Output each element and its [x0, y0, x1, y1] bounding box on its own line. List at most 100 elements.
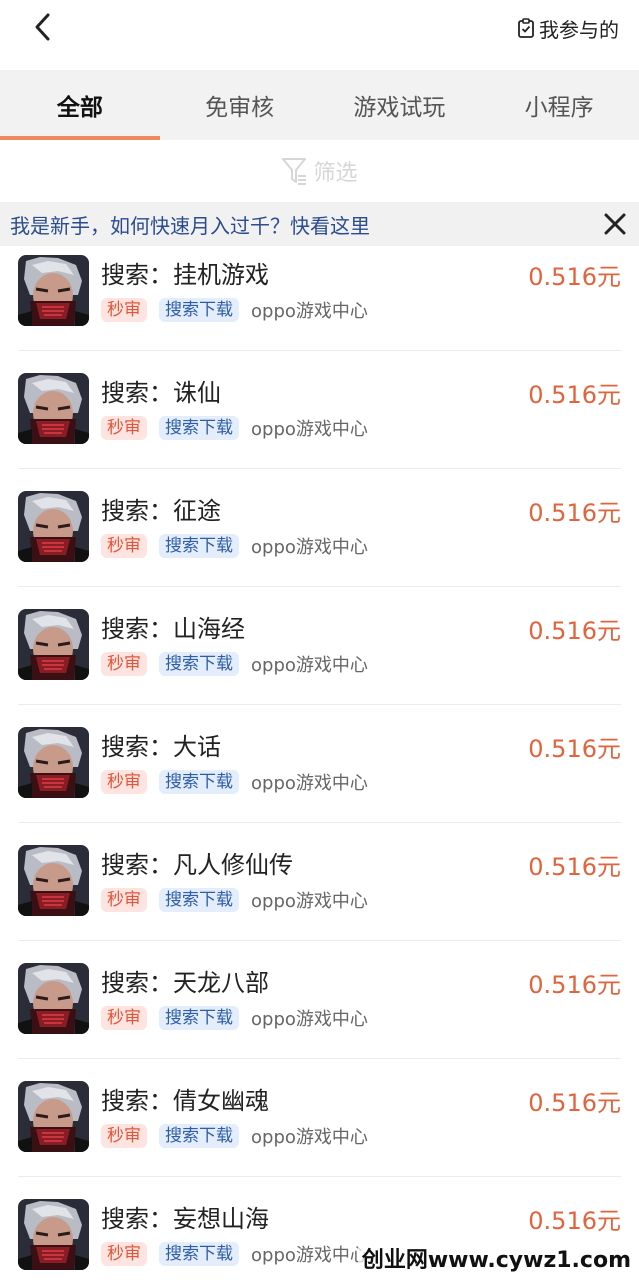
- tab-0[interactable]: 全部: [0, 70, 160, 140]
- task-title: 搜索：倩女幽魂: [101, 1087, 269, 1115]
- tag-search-download: 搜索下载: [159, 534, 239, 558]
- task-source: oppo游戏中心: [251, 891, 368, 912]
- task-title: 搜索：妄想山海: [101, 1205, 269, 1233]
- filter-button[interactable]: 筛选: [0, 140, 639, 202]
- task-tags: 秒审 搜索下载 oppo游戏中心: [101, 533, 368, 559]
- task-title: 搜索：大话: [101, 733, 221, 761]
- tag-instant-review: 秒审: [101, 1006, 147, 1030]
- task-title: 搜索：征途: [101, 497, 221, 525]
- top-bar: 我参与的: [0, 0, 639, 70]
- task-tags: 秒审 搜索下载 oppo游戏中心: [101, 769, 368, 795]
- task-list: 搜索：挂机游戏 0.516元 秒审 搜索下载 oppo游戏中心 搜索：诛仙 0.516元 秒审…: [0, 246, 639, 1280]
- game-avatar-icon: [18, 845, 89, 916]
- tag-search-download: 搜索下载: [159, 298, 239, 322]
- task-source: oppo游戏中心: [251, 1009, 368, 1030]
- game-avatar: [18, 373, 89, 444]
- game-avatar-icon: [18, 727, 89, 798]
- filter-label: 筛选: [313, 161, 358, 186]
- game-avatar-icon: [18, 491, 89, 562]
- tag-search-download: 搜索下载: [159, 1006, 239, 1030]
- task-row[interactable]: 搜索：山海经 0.516元秒审 搜索下载 oppo游戏中心: [0, 587, 639, 705]
- tag-search-download: 搜索下载: [159, 888, 239, 912]
- task-source: oppo游戏中心: [251, 301, 368, 322]
- chevron-left-icon: [35, 13, 50, 41]
- task-tags: 秒审 搜索下载 oppo游戏中心: [101, 887, 368, 913]
- task-price: 0.516元: [528, 971, 621, 999]
- task-row[interactable]: 搜索：诛仙 0.516元秒审 搜索下载 oppo游戏中心: [0, 351, 639, 469]
- my-participation-button[interactable]: 我参与的: [517, 14, 619, 42]
- watermark: 创业网www.cywz1.com: [357, 1242, 635, 1274]
- task-price: 0.516元: [528, 499, 621, 527]
- task-title: 搜索：诛仙: [101, 379, 221, 407]
- game-avatar: [18, 609, 89, 680]
- task-tags: 秒审 搜索下载 oppo游戏中心: [101, 1123, 368, 1149]
- notice-close-button[interactable]: [601, 210, 629, 238]
- task-title: 搜索：天龙八部: [101, 969, 269, 997]
- clipboard-check-icon: [518, 18, 534, 38]
- task-price: 0.516元: [528, 263, 621, 291]
- game-avatar: [18, 963, 89, 1034]
- tag-search-download: 搜索下载: [159, 652, 239, 676]
- game-avatar: [18, 1081, 89, 1152]
- task-row[interactable]: 搜索：征途 0.516元秒审 搜索下载 oppo游戏中心: [0, 469, 639, 587]
- tag-instant-review: 秒审: [101, 888, 147, 912]
- game-avatar: [18, 491, 89, 562]
- game-avatar-icon: [18, 1081, 89, 1152]
- tag-search-download: 搜索下载: [159, 1242, 239, 1266]
- task-tags: 秒审 搜索下载 oppo游戏中心: [101, 415, 368, 441]
- task-source: oppo游戏中心: [251, 1245, 368, 1266]
- task-row[interactable]: 搜索：倩女幽魂 0.516元秒审 搜索下载 oppo游戏中心: [0, 1059, 639, 1177]
- task-title: 搜索：山海经: [101, 615, 245, 643]
- task-title: 搜索：凡人修仙传: [101, 851, 293, 879]
- task-row[interactable]: 搜索：挂机游戏 0.516元秒审 搜索下载 oppo游戏中心: [0, 246, 639, 351]
- task-tags: 秒审 搜索下载 oppo游戏中心: [101, 1005, 368, 1031]
- task-source: oppo游戏中心: [251, 419, 368, 440]
- tab-3[interactable]: 小程序: [479, 70, 639, 140]
- game-avatar: [18, 845, 89, 916]
- task-source: oppo游戏中心: [251, 1127, 368, 1148]
- game-avatar: [18, 727, 89, 798]
- task-price: 0.516元: [528, 1089, 621, 1117]
- task-source: oppo游戏中心: [251, 655, 368, 676]
- tag-search-download: 搜索下载: [159, 770, 239, 794]
- task-price: 0.516元: [528, 735, 621, 763]
- tag-search-download: 搜索下载: [159, 416, 239, 440]
- tag-search-download: 搜索下载: [159, 1124, 239, 1148]
- game-avatar-icon: [18, 609, 89, 680]
- notice-text: 我是新手，如何快速月入过千？快看这里: [10, 213, 370, 238]
- game-avatar-icon: [18, 1199, 89, 1270]
- my-participation-label: 我参与的: [539, 17, 619, 42]
- task-tags: 秒审 搜索下载 oppo游戏中心: [101, 297, 368, 323]
- filter-icon: [282, 158, 307, 185]
- task-source: oppo游戏中心: [251, 537, 368, 558]
- tag-instant-review: 秒审: [101, 652, 147, 676]
- game-avatar: [18, 255, 89, 326]
- task-price: 0.516元: [528, 381, 621, 409]
- game-avatar: [18, 1199, 89, 1270]
- game-avatar-icon: [18, 373, 89, 444]
- task-row[interactable]: 搜索：大话 0.516元秒审 搜索下载 oppo游戏中心: [0, 705, 639, 823]
- tab-2[interactable]: 游戏试玩: [320, 70, 480, 140]
- task-row[interactable]: 搜索：天龙八部 0.516元秒审 搜索下载 oppo游戏中心: [0, 941, 639, 1059]
- newbie-notice[interactable]: 我是新手，如何快速月入过千？快看这里: [0, 202, 639, 246]
- close-icon: [604, 213, 626, 235]
- tag-instant-review: 秒审: [101, 416, 147, 440]
- task-price: 0.516元: [528, 1207, 621, 1235]
- game-avatar-icon: [18, 255, 89, 326]
- tag-instant-review: 秒审: [101, 1242, 147, 1266]
- task-price: 0.516元: [528, 853, 621, 881]
- tag-instant-review: 秒审: [101, 1124, 147, 1148]
- back-button[interactable]: [26, 10, 60, 44]
- tab-1[interactable]: 免审核: [160, 70, 320, 140]
- tab-bar: 全部 免审核 游戏试玩 小程序: [0, 70, 639, 140]
- task-tags: 秒审 搜索下载 oppo游戏中心: [101, 651, 368, 677]
- tag-instant-review: 秒审: [101, 298, 147, 322]
- task-row[interactable]: 搜索：凡人修仙传 0.516元秒审 搜索下载 oppo游戏中心: [0, 823, 639, 941]
- tag-instant-review: 秒审: [101, 534, 147, 558]
- task-tags: 秒审 搜索下载 oppo游戏中心: [101, 1241, 368, 1267]
- game-avatar-icon: [18, 963, 89, 1034]
- task-title: 搜索：挂机游戏: [101, 261, 269, 289]
- task-source: oppo游戏中心: [251, 773, 368, 794]
- tag-instant-review: 秒审: [101, 770, 147, 794]
- task-price: 0.516元: [528, 617, 621, 645]
